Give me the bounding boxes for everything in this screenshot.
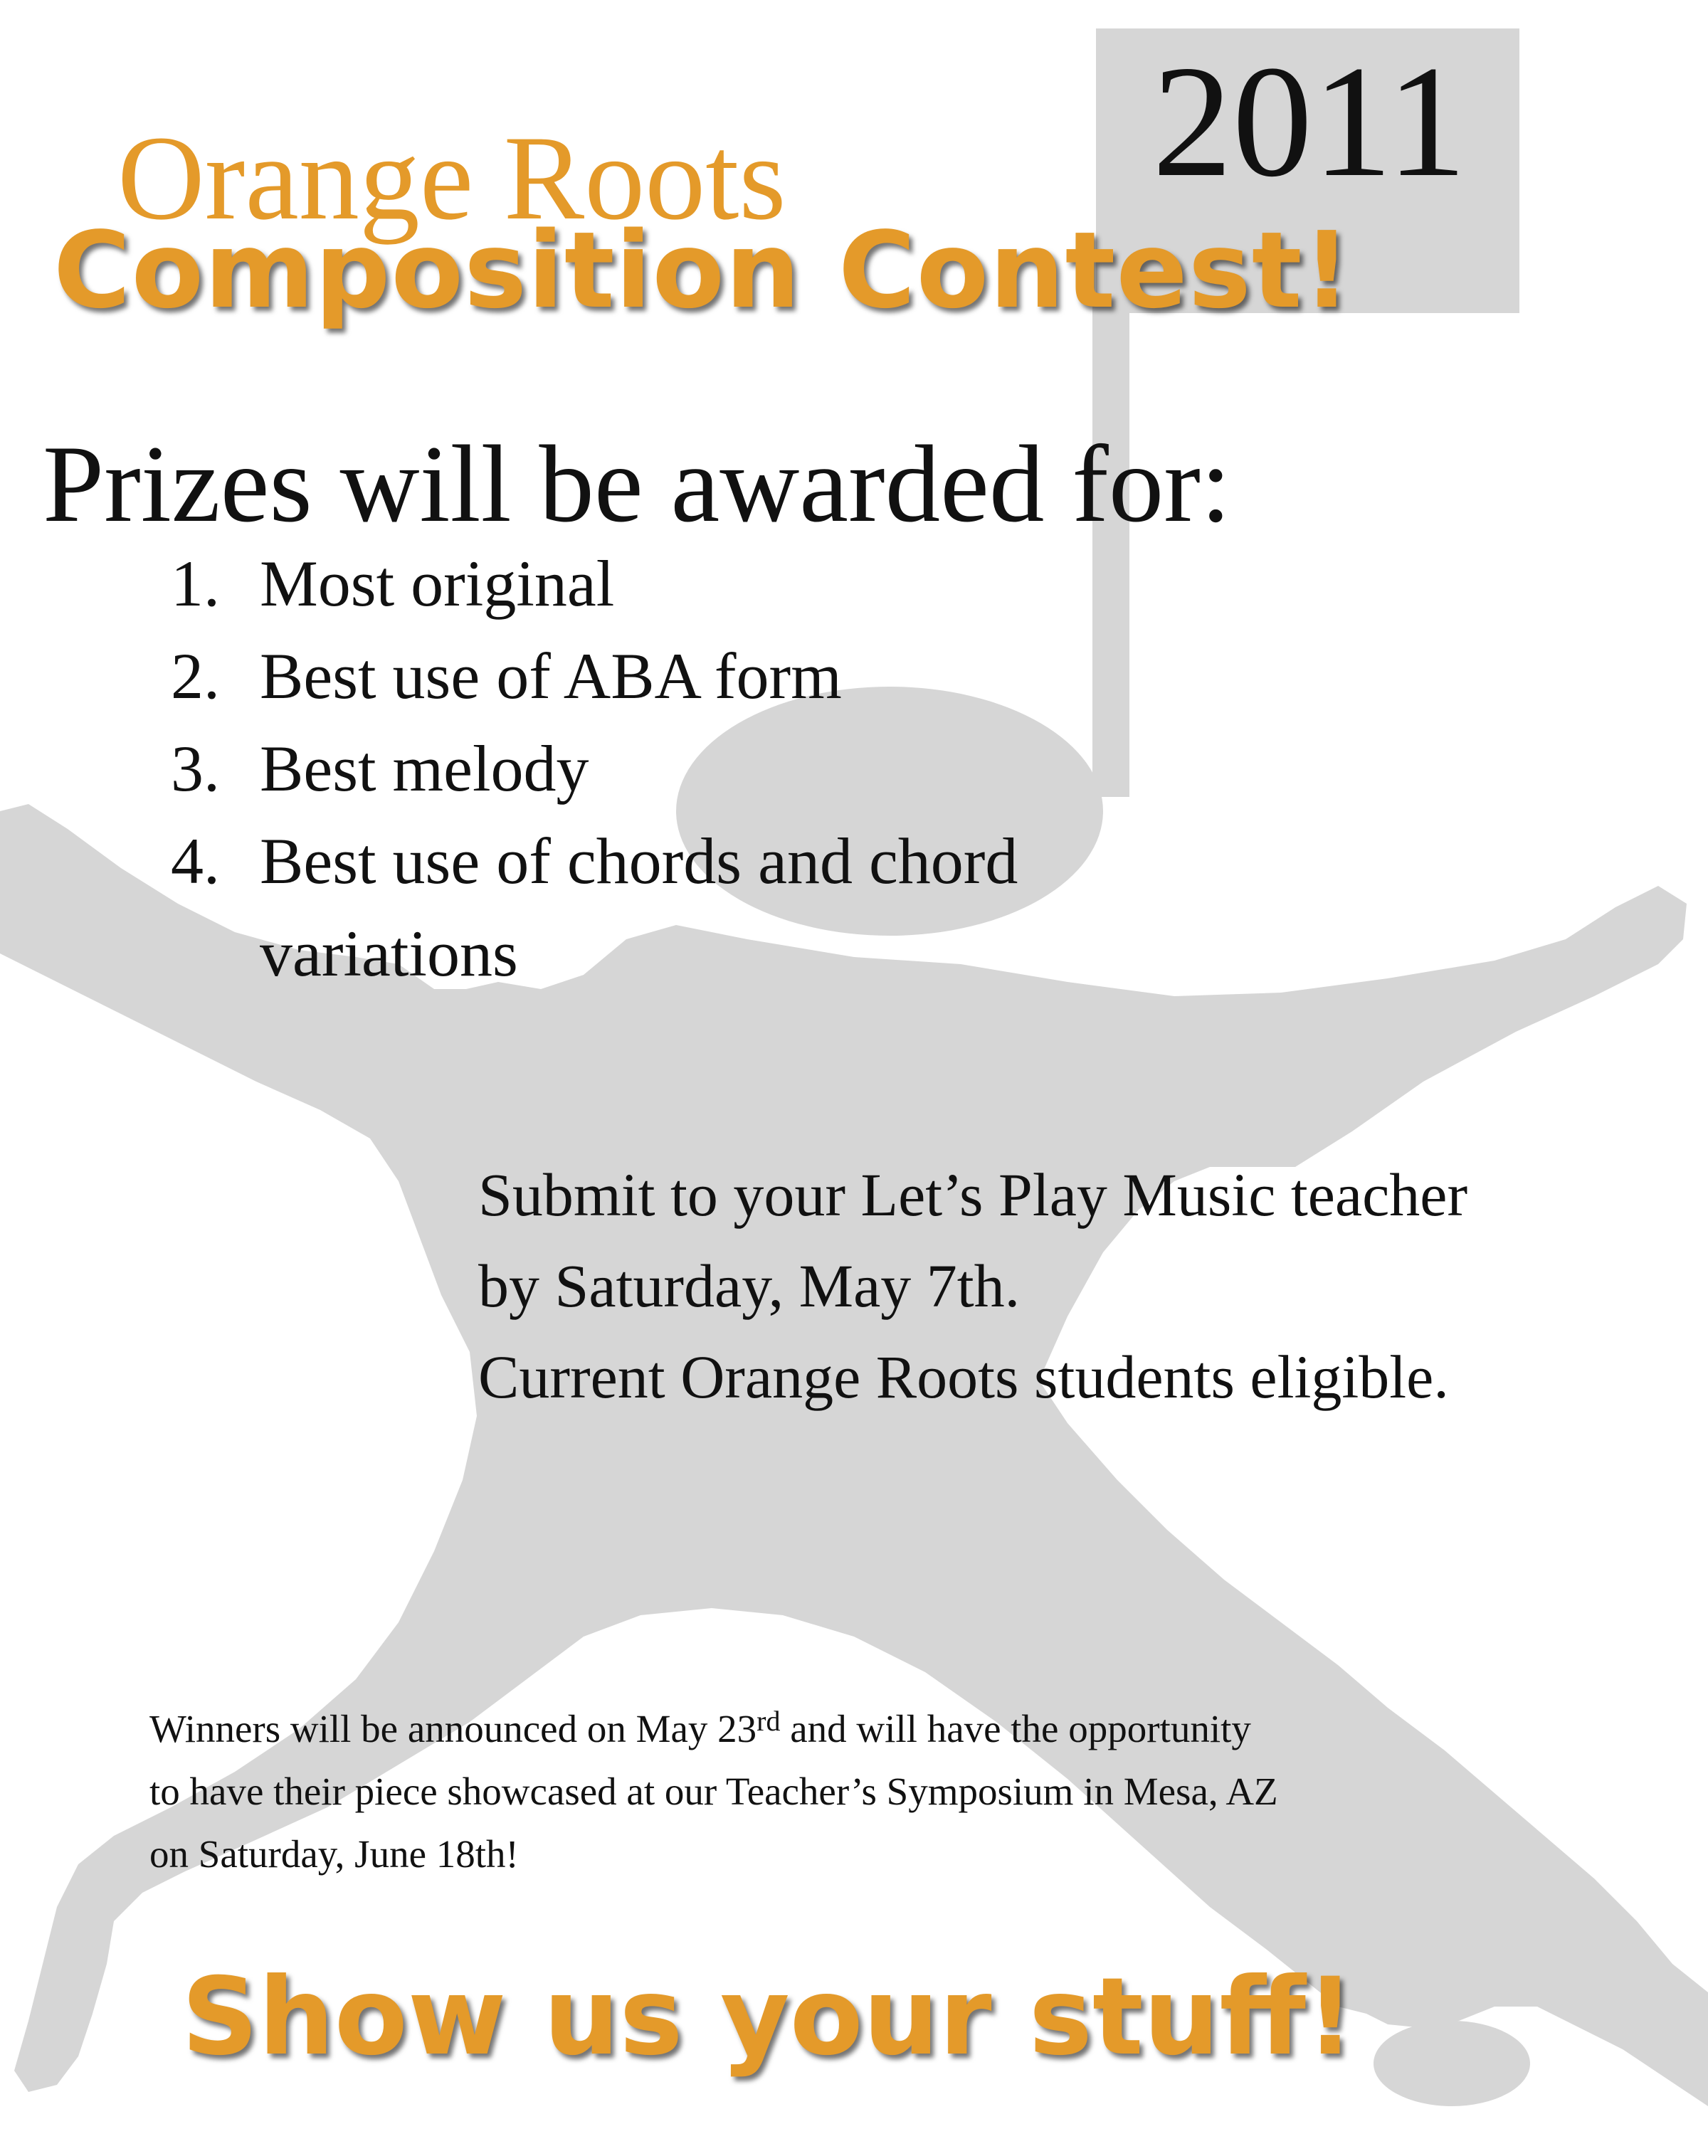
winners-info: Winners will be announced on May 23rd an… [149, 1690, 1644, 1886]
winners-line-3: on Saturday, June 18th! [149, 1832, 519, 1876]
submission-line: Submit to your Let’s Play Music teacher [478, 1161, 1468, 1229]
list-item: 1. Most original [171, 537, 1210, 630]
prize-number: 3. [171, 732, 220, 805]
list-item: 2. Best use of ABA form [171, 630, 1210, 722]
winners-line-1: Winners will be announced on May 23rd an… [149, 1690, 1644, 1760]
prize-text: Best melody [260, 732, 589, 805]
prizes-heading: Prizes will be awarded for: [43, 423, 1231, 545]
tagline: Show us your stuff! [181, 1955, 1355, 2079]
page-title: Composition Contest! [53, 209, 1352, 332]
prize-text: Best use of chords and chord variations [260, 825, 1018, 990]
list-item: 3. Best melody [171, 722, 1210, 815]
prize-text: Most original [260, 547, 615, 620]
ordinal-suffix: rd [757, 1705, 781, 1737]
prize-list: 1. Most original 2. Best use of ABA form… [171, 537, 1210, 1000]
winners-text: Winners will be announced on May 23 [149, 1707, 757, 1750]
prize-text: Best use of ABA form [260, 640, 842, 712]
prize-number: 2. [171, 640, 220, 712]
winners-text: and will have the opportunity [780, 1707, 1251, 1750]
winners-line-2: to have their piece showcased at our Tea… [149, 1770, 1278, 1813]
prize-number: 4. [171, 825, 220, 897]
deadline-line: by Saturday, May 7th. [478, 1252, 1021, 1320]
submission-info: Submit to your Let’s Play Music teacher … [478, 1149, 1702, 1422]
prize-number: 1. [171, 547, 220, 620]
list-item: 4. Best use of chords and chord variatio… [171, 815, 1210, 1000]
contest-year: 2011 [1152, 32, 1467, 210]
eligibility-line: Current Orange Roots students eligible. [478, 1343, 1449, 1411]
